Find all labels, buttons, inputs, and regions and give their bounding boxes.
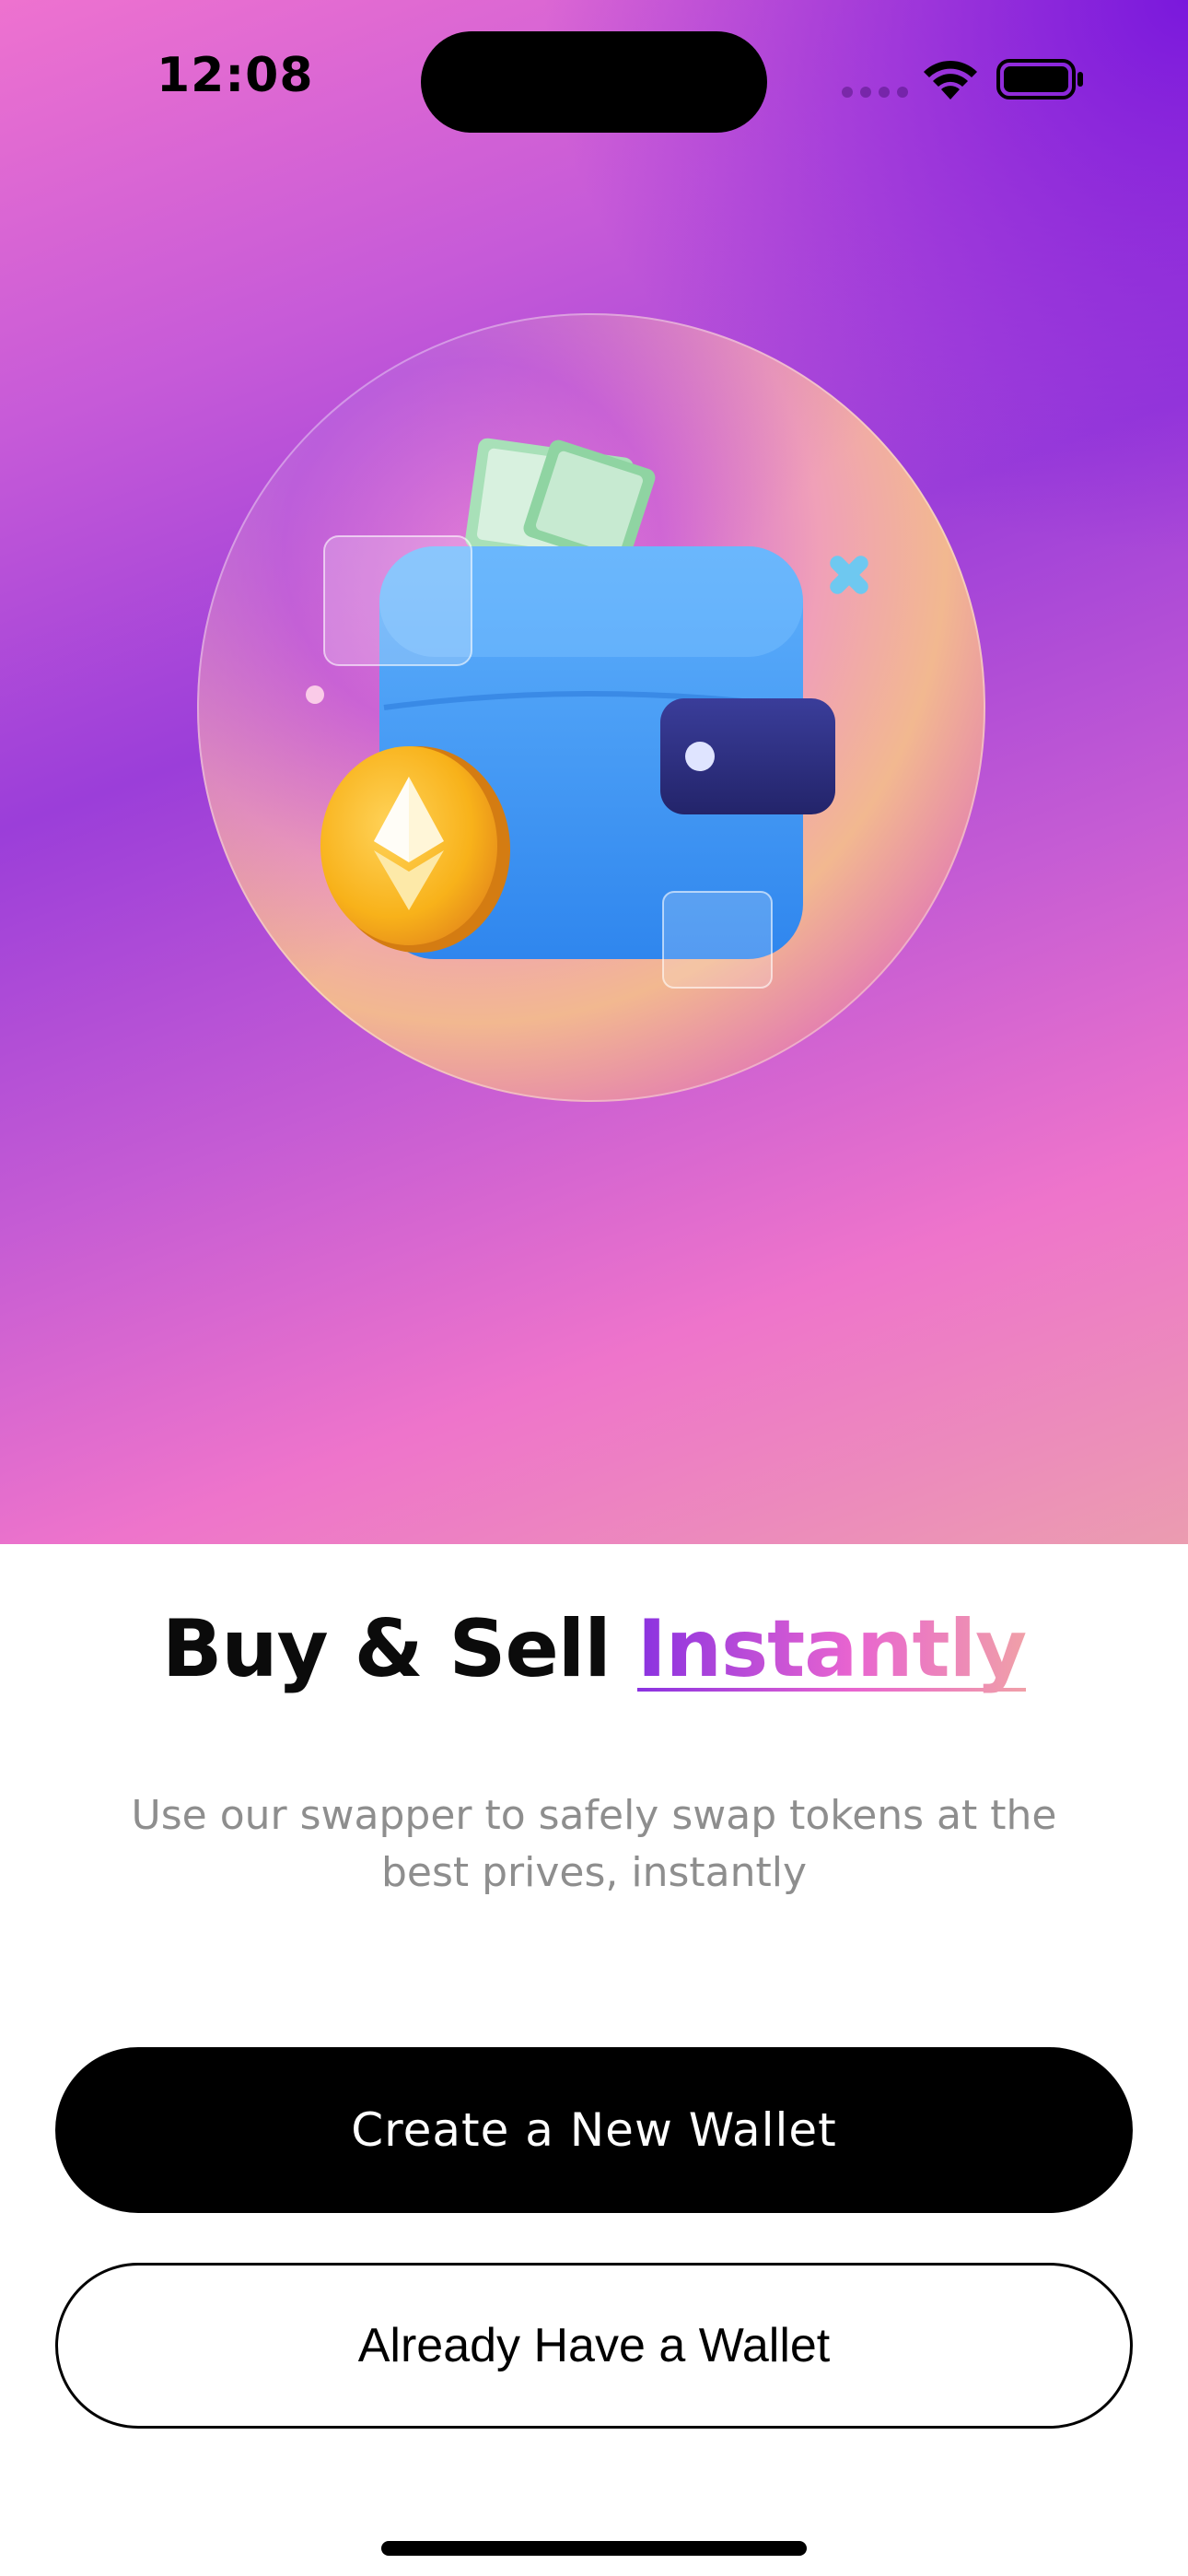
title-accent: Instantly	[636, 1603, 1027, 1695]
home-indicator[interactable]	[381, 2541, 807, 2556]
battery-icon	[996, 59, 1083, 100]
status-time: 12:08	[157, 48, 314, 103]
onboarding-screen: 12:08 Buy & Sell Instantly Use our swapp…	[0, 0, 1188, 2576]
dynamic-island	[421, 31, 767, 133]
title-main: Buy & Sell	[161, 1603, 611, 1695]
cellular-signal-icon	[842, 87, 908, 98]
create-wallet-button[interactable]: Create a New Wallet	[55, 2047, 1133, 2213]
hero-background: 12:08	[0, 0, 1188, 1544]
page-title: Buy & Sell Instantly	[0, 1603, 1188, 1695]
wifi-icon	[924, 60, 977, 100]
wallet-illustration	[197, 313, 985, 1102]
existing-wallet-button[interactable]: Already Have a Wallet	[55, 2263, 1133, 2429]
page-subtitle: Use our swapper to safely swap tokens at…	[131, 1792, 1057, 1896]
